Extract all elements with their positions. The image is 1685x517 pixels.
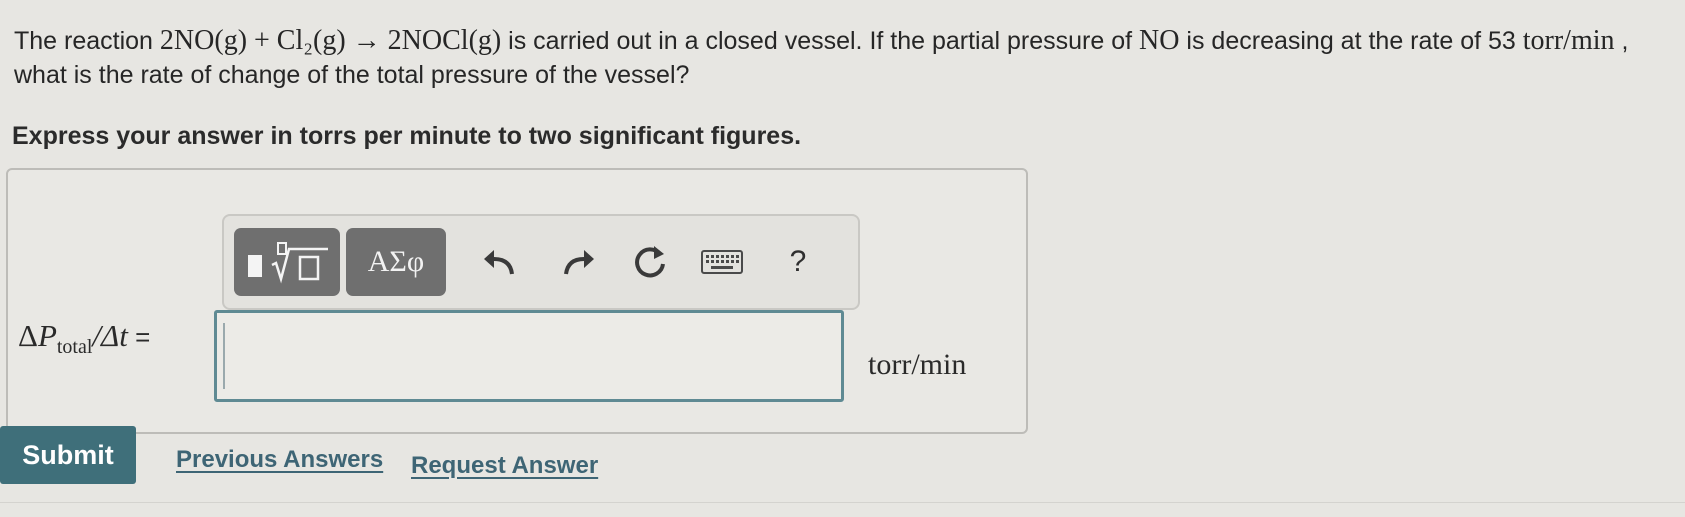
label-p: P [37, 318, 57, 353]
previous-answers-link[interactable]: Previous Answers [176, 446, 383, 474]
templates-icon [248, 242, 328, 284]
answer-input[interactable] [214, 310, 844, 402]
label-delta: Δ [18, 318, 38, 353]
help-icon: ? [789, 245, 807, 278]
species-no: NO [1139, 25, 1180, 56]
answer-unit: torr/min [868, 348, 967, 381]
text-cursor [223, 323, 225, 389]
question-intro: The reaction [14, 27, 160, 55]
reset-icon [635, 246, 665, 278]
answer-label: ΔPtotal/Δt = [18, 318, 150, 359]
label-equals: = [127, 322, 151, 352]
question-rate: is decreasing at the rate of 53 [1179, 27, 1523, 55]
templates-button[interactable] [234, 228, 340, 296]
greek-symbols-button[interactable]: ΑΣφ [346, 228, 446, 296]
question-text: The reaction 2NO(g) + Cl₂(g) → 2NOCl(g) … [14, 24, 1654, 92]
label-subscript: total [56, 336, 93, 359]
redo-icon [564, 250, 594, 275]
help-button[interactable]: ? [774, 238, 822, 286]
math-toolbar: ΑΣφ ? [222, 214, 860, 310]
keyboard-icon [701, 250, 743, 274]
submit-button[interactable]: Submit [0, 426, 136, 484]
reaction-equation: 2NO(g) + Cl₂(g) → 2NOCl(g) [159, 25, 502, 56]
keyboard-button[interactable] [698, 238, 746, 286]
redo-button[interactable] [554, 238, 602, 286]
question-mid: is carried out in a closed vessel. If th… [501, 27, 1140, 55]
divider [0, 502, 1685, 503]
label-delta-t: /Δt [92, 318, 128, 353]
request-answer-link[interactable]: Request Answer [411, 452, 598, 480]
reset-button[interactable] [626, 238, 674, 286]
answer-instruction: Express your answer in torrs per minute … [12, 122, 802, 150]
rate-unit: torr/min [1522, 25, 1615, 56]
undo-button[interactable] [476, 238, 524, 286]
undo-icon [484, 250, 514, 275]
